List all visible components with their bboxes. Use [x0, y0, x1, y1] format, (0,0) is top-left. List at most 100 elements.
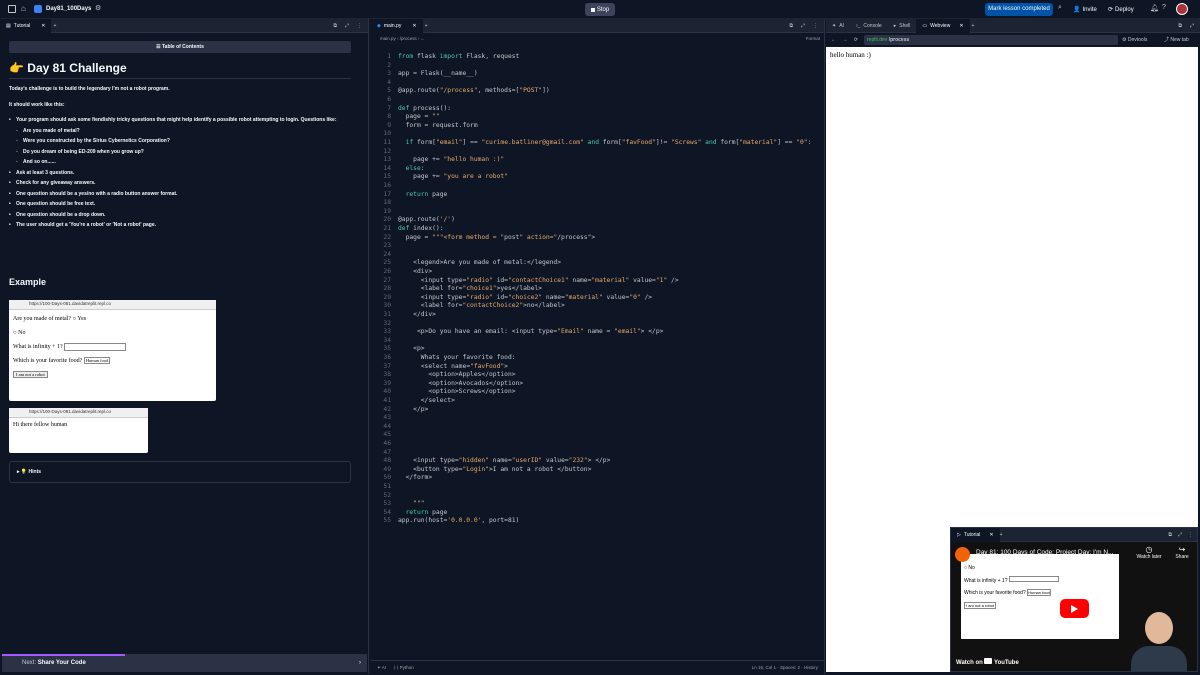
expand-icon[interactable]: ⤢	[801, 23, 805, 29]
line-number: 41	[371, 397, 391, 406]
tab-ai[interactable]: ✦AI	[826, 19, 850, 33]
back-icon[interactable]: ←	[831, 37, 836, 43]
expand-icon[interactable]: ⤢	[1178, 532, 1182, 538]
close-icon[interactable]: ✕	[412, 23, 416, 29]
expand-icon[interactable]: ⤢	[345, 23, 349, 29]
video-popup: ▷Tutorial✕ + ⧉ ⤢ ⋮ ○ No What is infinity…	[950, 527, 1198, 672]
bell-icon[interactable]: 🔔︎	[1150, 4, 1159, 12]
split-icon[interactable]: ⧉	[333, 23, 337, 29]
page-title: 👉 Day 81 Challenge	[9, 61, 127, 75]
code-line: <input type="hidden" name="userID" value…	[398, 457, 610, 466]
divider	[9, 78, 351, 79]
youtube-player[interactable]: ○ No What is infinity + 1? Which is your…	[951, 542, 1197, 671]
tab-webview[interactable]: ▭Webview✕	[916, 19, 969, 33]
code-line: page = ""	[398, 113, 440, 122]
list-item: •Ask at least 3 questions.	[9, 168, 339, 179]
code-line: return page	[398, 191, 447, 200]
line-number: 28	[371, 285, 391, 294]
code-line: <button type="Login">I am not a robot </…	[398, 466, 591, 475]
settings-icon[interactable]: ⚙	[95, 4, 101, 12]
help-icon[interactable]: ?	[1162, 4, 1166, 11]
split-icon[interactable]: ⧉	[1168, 532, 1172, 538]
repl-avatar	[34, 5, 42, 13]
line-number: 11	[371, 139, 391, 148]
domain-badge: replit.dev	[867, 37, 887, 43]
user-avatar[interactable]	[1176, 3, 1188, 15]
toc-button[interactable]: ☰ Table of Contents	[9, 41, 351, 53]
crumb-more[interactable]: ...	[421, 36, 425, 41]
mark-complete-button[interactable]: Mark lesson completed	[985, 3, 1053, 16]
line-number: 37	[371, 363, 391, 372]
tab-shell[interactable]: ▸Shell	[888, 19, 917, 33]
forward-icon[interactable]: →	[842, 37, 847, 43]
next-button[interactable]: Next: Share Your Code ›	[2, 654, 367, 672]
sidebar-toggle-icon[interactable]	[8, 5, 16, 13]
newtab-button[interactable]: ⤴ New tab	[1164, 33, 1189, 47]
hints-toggle[interactable]: ▸ 💡 Hints	[9, 461, 351, 483]
add-tab-icon[interactable]: +	[53, 23, 56, 29]
split-icon[interactable]: ⧉	[1178, 23, 1182, 29]
tab-main-py[interactable]: ◆main.py✕	[371, 19, 423, 33]
code-line: page += "you are a robot"	[398, 173, 508, 182]
close-icon[interactable]: ✕	[959, 23, 963, 29]
deploy-button[interactable]: ⟳Deploy	[1108, 3, 1142, 16]
close-icon[interactable]: ✕	[41, 23, 45, 29]
share-button[interactable]: ↪Share	[1169, 545, 1195, 560]
add-tab-icon[interactable]: +	[1000, 532, 1003, 538]
example-heading: Example	[9, 277, 46, 288]
youtube-icon	[984, 658, 992, 664]
crumb-file[interactable]: main.py	[380, 36, 396, 41]
line-number: 18	[371, 199, 391, 208]
tutorial-tabbar: ▤Tutorial✕ + ⧉ ⤢ ⋮	[0, 19, 368, 33]
more-icon[interactable]: ⋮	[1188, 532, 1193, 538]
code-line: def process():	[398, 105, 451, 114]
code-line: <input type="radio" id="choice2" name="m…	[398, 294, 652, 303]
line-number: 14	[371, 165, 391, 174]
crumb-function[interactable]: /process	[400, 36, 417, 41]
progress-bar	[2, 654, 125, 656]
line-number: 40	[371, 388, 391, 397]
more-icon[interactable]: ⋮	[357, 23, 362, 29]
list-item: ◦Are you made of metal?	[9, 126, 339, 137]
code-line: <p>	[398, 345, 425, 354]
line-number: 6	[371, 96, 391, 105]
format-button[interactable]: Format	[806, 33, 820, 45]
webview-output: hello human :)	[826, 47, 1198, 63]
line-number: 5	[371, 87, 391, 96]
code-line: </form>	[398, 474, 432, 483]
refresh-icon[interactable]: ⟳	[854, 37, 858, 43]
tab-console[interactable]: ›_Console	[850, 19, 888, 33]
line-number: 9	[371, 122, 391, 131]
close-icon[interactable]: ✕	[989, 532, 993, 538]
lang-status[interactable]: ⟨·⟩ Python	[393, 665, 413, 670]
url-field[interactable]: replit.dev /process	[864, 35, 1118, 45]
tab-video-tutorial[interactable]: ▷Tutorial✕	[951, 528, 1000, 542]
list-item: •The user should get a 'You're a robot' …	[9, 220, 339, 231]
top-bar: ⌂ Day81_100Days ⚙ Stop Mark lesson compl…	[0, 0, 1200, 19]
search-icon[interactable]: ⌕	[1058, 4, 1062, 12]
split-icon[interactable]: ⧉	[789, 23, 793, 29]
watch-on-youtube[interactable]: Watch on YouTube	[956, 658, 1019, 666]
watch-later-button[interactable]: ◷Watch later	[1133, 545, 1165, 560]
add-tab-icon[interactable]: +	[972, 23, 975, 29]
ai-status[interactable]: ✦ AI	[377, 665, 386, 670]
repl-name[interactable]: Day81_100Days	[46, 6, 91, 12]
history-button[interactable]: History	[804, 665, 818, 670]
tab-tutorial[interactable]: ▤Tutorial✕	[0, 19, 51, 33]
invite-button[interactable]: 👤Invite	[1073, 3, 1105, 16]
more-icon[interactable]: ⋮	[813, 23, 818, 29]
expand-icon[interactable]: ⤢	[1190, 23, 1194, 29]
cursor-position[interactable]: Ln 16, Col 1	[752, 665, 776, 670]
code-line: </div>	[398, 311, 436, 320]
video-title[interactable]: Day 81: 100 Days of Code: Project Day: I…	[976, 549, 1128, 556]
code-editor[interactable]: 1from flask import Flask, request23app =…	[371, 51, 824, 660]
home-icon[interactable]: ⌂	[21, 4, 26, 13]
indent-setting[interactable]: Spaces: 2	[780, 665, 800, 670]
stop-button[interactable]: Stop	[585, 3, 615, 16]
line-number: 32	[371, 320, 391, 329]
code-line: <option>Avocados</option>	[398, 380, 523, 389]
devtools-button[interactable]: ⚙ Devtools	[1122, 33, 1147, 47]
line-number: 49	[371, 466, 391, 475]
yt-play-button[interactable]	[1060, 599, 1089, 618]
add-tab-icon[interactable]: +	[425, 23, 428, 29]
